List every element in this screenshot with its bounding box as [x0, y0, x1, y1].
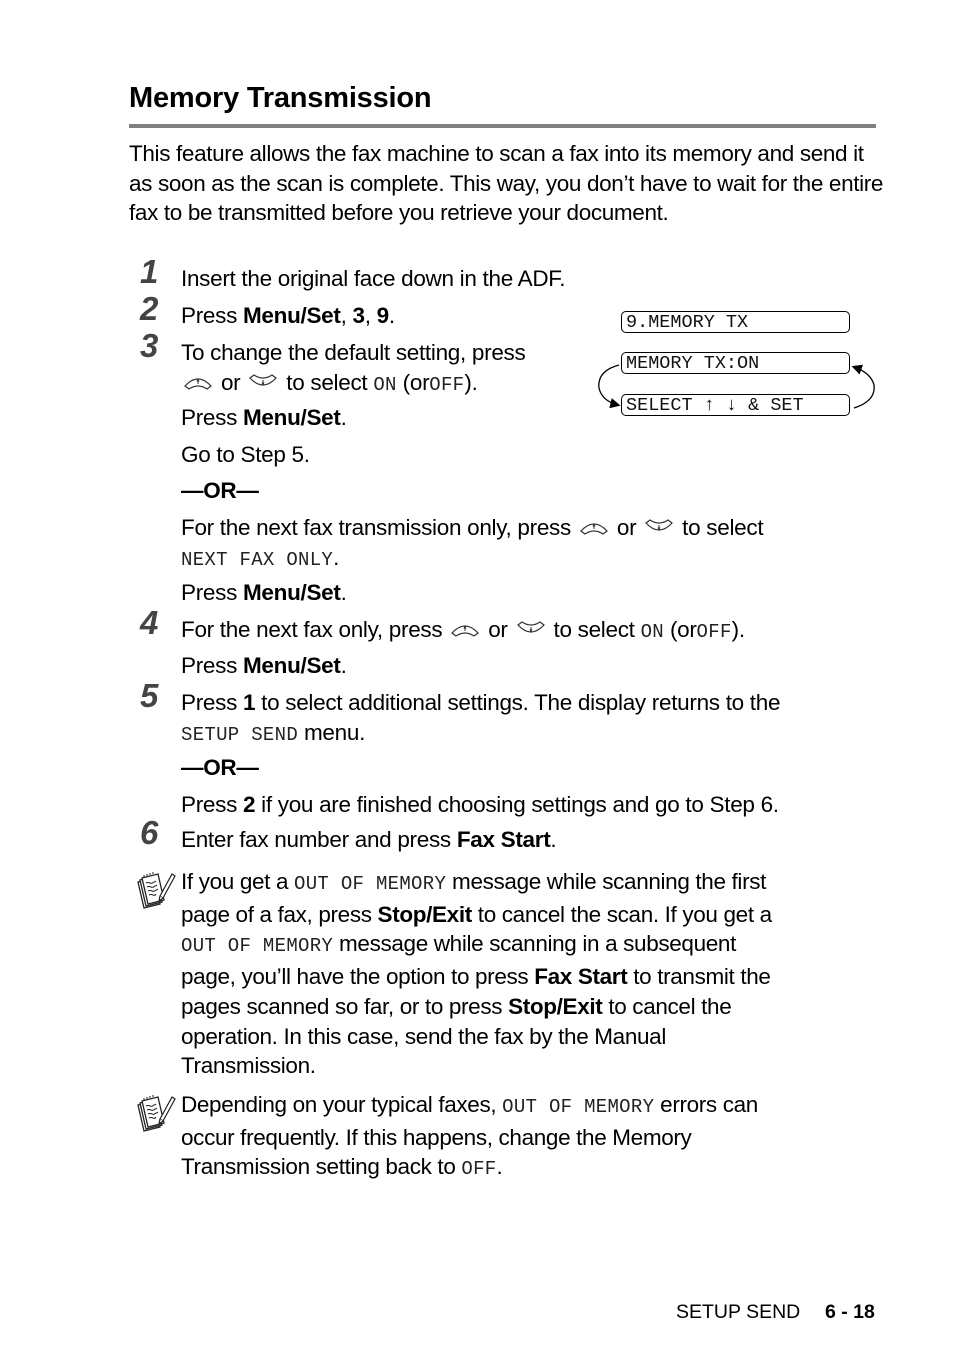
- step-3-alt-line1: For the next fax transmission only, pres…: [181, 515, 764, 540]
- menu-set-key: Menu/Set: [242, 303, 341, 328]
- step-3-press-menu-set: Press Menu/Set.: [181, 405, 347, 430]
- note-out-of-memory: If you get a OUT OF MEMORY message while…: [181, 869, 772, 1079]
- lcd-cycle-arrows: [598, 364, 875, 409]
- footer-page-number: 6 - 18: [825, 1301, 875, 1323]
- intro-paragraph: This feature allows the fax machine to s…: [129, 141, 884, 226]
- step-number-2: 2: [140, 290, 159, 327]
- title-divider: [129, 124, 876, 128]
- step-4-press-menu-set: Press Menu/Set.: [181, 653, 347, 678]
- step-5-line1: Press 1 to select additional settings. T…: [181, 690, 781, 715]
- or-separator: —OR—: [181, 755, 259, 780]
- note-pad-pencil-icon: [134, 1093, 176, 1135]
- step-number-3: 3: [140, 327, 159, 364]
- down-arrow-key-icon: [248, 373, 278, 391]
- lcd-line-menu: 9.MEMORY TX: [621, 311, 850, 333]
- step-number-1: 1: [140, 253, 159, 290]
- step-3-line1: To change the default setting, press: [181, 340, 526, 365]
- step-2-text: Press Menu/Set, 3, 9.: [181, 303, 395, 328]
- step-3-alt-value: NEXT FAX ONLY.: [181, 545, 340, 571]
- down-arrow-key-icon: [516, 620, 546, 638]
- down-arrow-key-icon: [644, 518, 674, 536]
- step-5-alt: Press 2 if you are finished choosing set…: [181, 792, 779, 817]
- step-number-4: 4: [140, 604, 159, 641]
- up-arrow-key-icon: [579, 518, 609, 536]
- up-arrow-key-icon: [450, 620, 480, 638]
- page-title: Memory Transmission: [129, 82, 432, 114]
- or-separator: —OR—: [181, 478, 259, 503]
- note-pad-pencil-icon: [134, 870, 176, 912]
- step-number-5: 5: [140, 677, 159, 714]
- note-memory-errors: Depending on your typical faxes, OUT OF …: [181, 1092, 758, 1181]
- footer-section: SETUP SEND: [676, 1301, 801, 1323]
- step-1-text: Insert the original face down in the ADF…: [181, 266, 566, 291]
- up-arrow-key-icon: [183, 373, 213, 391]
- step-3-line2: or to select ON (orOFF).: [181, 368, 478, 400]
- step-4-text: For the next fax only, press or to selec…: [181, 617, 745, 643]
- step-5-line2: SETUP SEND menu.: [181, 720, 366, 746]
- step-number-6: 6: [140, 814, 159, 851]
- step-3-alt-press-menu-set: Press Menu/Set.: [181, 580, 347, 605]
- step-3-goto: Go to Step 5.: [181, 442, 310, 467]
- step-6-text: Enter fax number and press Fax Start.: [181, 827, 557, 852]
